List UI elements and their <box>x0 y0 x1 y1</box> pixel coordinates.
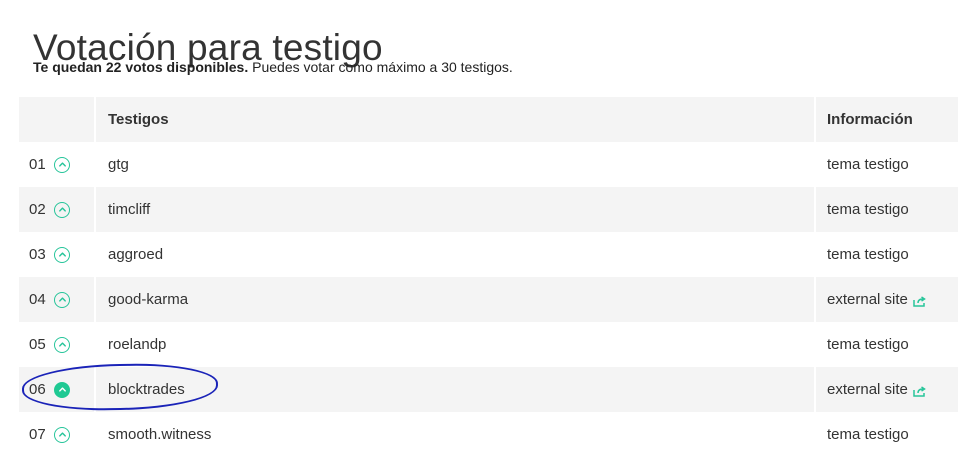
vote-upvote-icon[interactable] <box>54 156 70 173</box>
rank-number: 06 <box>29 381 46 398</box>
info-link[interactable]: tema testigo <box>827 336 909 353</box>
info-link[interactable]: tema testigo <box>827 246 909 263</box>
witness-name: aggroed <box>94 232 814 277</box>
table-row: 01 gtg tema testigo <box>19 142 958 187</box>
rank-number: 07 <box>29 426 46 443</box>
witness-name: timcliff <box>94 187 814 232</box>
rank-number: 01 <box>29 156 46 173</box>
info-link[interactable]: tema testigo <box>827 426 909 443</box>
info-link[interactable]: external site <box>827 381 908 398</box>
info-cell: tema testigo <box>814 187 958 232</box>
external-link-icon <box>913 384 926 397</box>
rank-number: 04 <box>29 291 46 308</box>
rank-cell: 03 <box>19 232 94 277</box>
vote-upvote-icon[interactable] <box>54 381 70 398</box>
table-row: 06 blocktrades external site <box>19 367 958 412</box>
info-cell: tema testigo <box>814 142 958 187</box>
rank-cell: 02 <box>19 187 94 232</box>
info-cell: tema testigo <box>814 232 958 277</box>
votes-summary: Te quedan 22 votos disponibles. Puedes v… <box>33 59 513 75</box>
rank-cell: 04 <box>19 277 94 322</box>
table-header: Testigos Información <box>19 97 958 142</box>
table-row: 02 timcliff tema testigo <box>19 187 958 232</box>
info-cell: tema testigo <box>814 322 958 367</box>
info-cell: external site <box>814 367 958 412</box>
info-link[interactable]: tema testigo <box>827 156 909 173</box>
vote-upvote-icon[interactable] <box>54 336 70 353</box>
votes-max-note: Puedes votar como máximo a 30 testigos. <box>248 59 513 75</box>
witness-name: smooth.witness <box>94 412 814 457</box>
rank-number: 05 <box>29 336 46 353</box>
table-row: 04 good-karma external site <box>19 277 958 322</box>
rank-number: 02 <box>29 201 46 218</box>
info-link[interactable]: external site <box>827 291 908 308</box>
witness-table: Testigos Información 01 gtg tema testigo 02… <box>19 97 958 457</box>
header-information: Información <box>814 97 958 142</box>
info-cell: external site <box>814 277 958 322</box>
vote-upvote-icon[interactable] <box>54 201 70 218</box>
rank-cell: 06 <box>19 367 94 412</box>
info-cell: tema testigo <box>814 412 958 457</box>
rank-cell: 05 <box>19 322 94 367</box>
witness-name: roelandp <box>94 322 814 367</box>
table-row: 05 roelandp tema testigo <box>19 322 958 367</box>
vote-upvote-icon[interactable] <box>54 246 70 263</box>
witness-name: good-karma <box>94 277 814 322</box>
table-row: 07 smooth.witness tema testigo <box>19 412 958 457</box>
vote-upvote-icon[interactable] <box>54 426 70 443</box>
header-rank <box>19 97 94 142</box>
rank-number: 03 <box>29 246 46 263</box>
witness-name: blocktrades <box>94 367 814 412</box>
external-link-icon <box>913 294 926 307</box>
witness-name: gtg <box>94 142 814 187</box>
info-link[interactable]: tema testigo <box>827 201 909 218</box>
vote-upvote-icon[interactable] <box>54 291 70 308</box>
rank-cell: 01 <box>19 142 94 187</box>
rank-cell: 07 <box>19 412 94 457</box>
table-row: 03 aggroed tema testigo <box>19 232 958 277</box>
header-witnesses: Testigos <box>94 97 814 142</box>
votes-remaining: Te quedan 22 votos disponibles. <box>33 59 249 75</box>
